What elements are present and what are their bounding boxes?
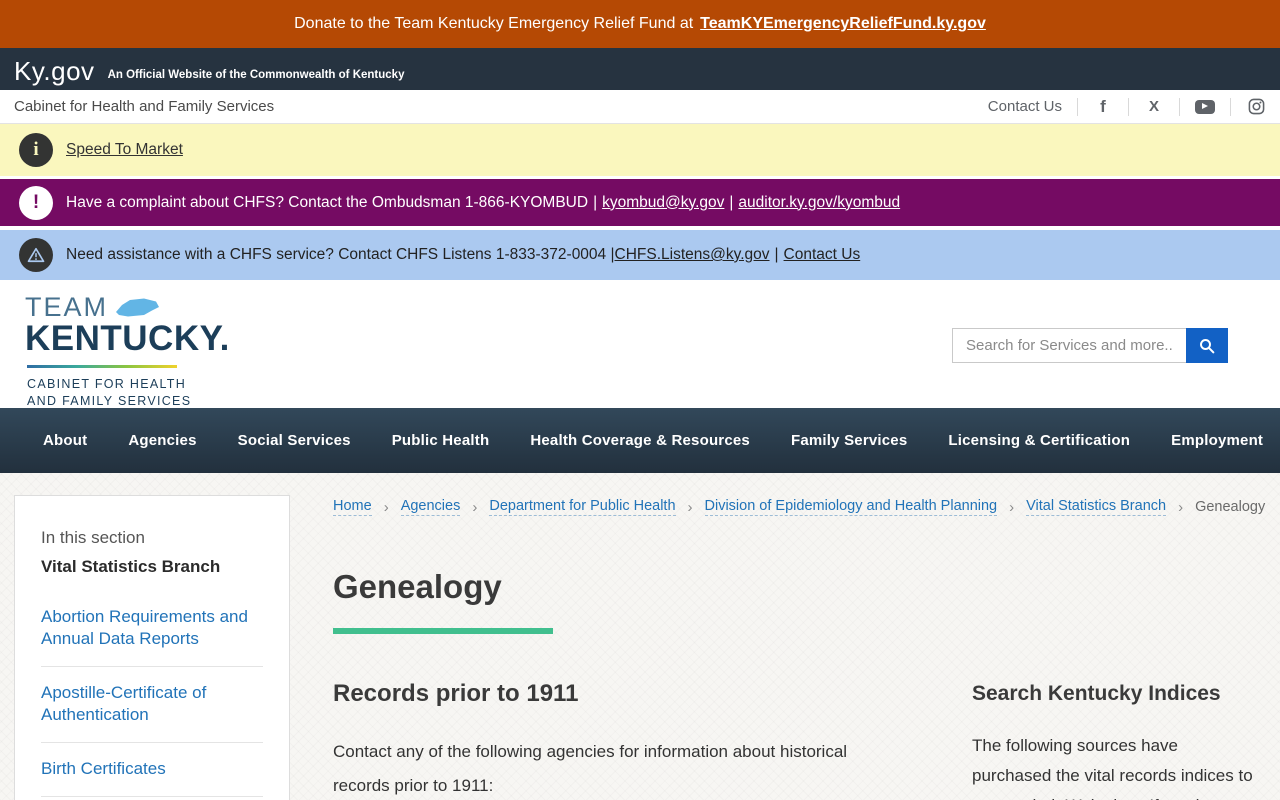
auditor-link[interactable]: auditor.ky.gov/kyombud bbox=[738, 194, 900, 212]
page-content: In this section Vital Statistics Branch … bbox=[0, 473, 1280, 800]
breadcrumb-current: Genealogy bbox=[1195, 499, 1266, 515]
donation-banner: Donate to the Team Kentucky Emergency Re… bbox=[0, 0, 1280, 48]
primary-nav: About Agencies Social Services Public He… bbox=[0, 408, 1280, 473]
team-kentucky-logo[interactable]: TEAM KENTUCKY. CABINET FOR HEALTH AND FA… bbox=[25, 294, 230, 410]
chevron-right-icon: › bbox=[472, 498, 478, 516]
search-indices-section: Search Kentucky Indices The following so… bbox=[972, 634, 1262, 800]
contact-us-banner-link[interactable]: Contact Us bbox=[784, 246, 861, 264]
logo-gradient-rule bbox=[27, 364, 177, 368]
records-heading: Records prior to 1911 bbox=[333, 680, 579, 707]
breadcrumb: Home › Agencies › Department for Public … bbox=[333, 498, 1266, 516]
logo-cabinet-line1: CABINET FOR HEALTH bbox=[27, 376, 187, 391]
nav-item-about[interactable]: About bbox=[43, 432, 87, 449]
chevron-right-icon: › bbox=[687, 498, 693, 516]
chevron-right-icon: › bbox=[1009, 498, 1015, 516]
donation-link[interactable]: TeamKYEmergencyReliefFund.ky.gov bbox=[700, 15, 986, 33]
nav-item-licensing[interactable]: Licensing & Certification bbox=[948, 432, 1130, 449]
kygov-bar: Ky.gov An Official Website of the Common… bbox=[0, 48, 1280, 90]
official-tagline: An Official Website of the Commonwealth … bbox=[107, 69, 405, 81]
search-indices-paragraph: The following sources have purchased the… bbox=[972, 736, 1253, 800]
logo-team-text: TEAM bbox=[25, 292, 109, 322]
search-indices-heading: Search Kentucky Indices bbox=[972, 682, 1221, 705]
divider bbox=[1128, 97, 1129, 116]
breadcrumb-vital-statistics[interactable]: Vital Statistics Branch bbox=[1026, 498, 1167, 516]
page-title: Genealogy bbox=[333, 568, 502, 605]
ombudsman-text: Have a complaint about CHFS? Contact the… bbox=[66, 193, 589, 211]
kygov-logo[interactable]: Ky.gov bbox=[14, 58, 95, 84]
search-button[interactable] bbox=[1186, 328, 1228, 363]
pipe-separator: | bbox=[729, 193, 734, 211]
pipe-separator: | bbox=[774, 246, 779, 263]
content-columns: Records prior to 1911 Contact any of the… bbox=[333, 634, 1262, 800]
agency-bar: Cabinet for Health and Family Services C… bbox=[0, 90, 1280, 124]
youtube-icon[interactable] bbox=[1195, 97, 1215, 117]
sidebar-item-apostille[interactable]: Apostille-Certificate of Authentication bbox=[41, 667, 263, 743]
chfs-listens-email-link[interactable]: CHFS.Listens@ky.gov bbox=[615, 246, 770, 264]
facebook-icon[interactable]: f bbox=[1093, 97, 1113, 117]
speed-to-market-link[interactable]: Speed To Market bbox=[66, 141, 183, 159]
chevron-right-icon: › bbox=[383, 498, 389, 516]
section-sidebar: In this section Vital Statistics Branch … bbox=[14, 495, 290, 800]
x-icon[interactable]: X bbox=[1144, 97, 1164, 117]
chfs-listens-banner: Need assistance with a CHFS service? Con… bbox=[0, 230, 1280, 280]
nav-item-family-services[interactable]: Family Services bbox=[791, 432, 907, 449]
warning-triangle-icon bbox=[19, 238, 53, 272]
sidebar-title: Vital Statistics Branch bbox=[41, 557, 221, 576]
nav-item-agencies[interactable]: Agencies bbox=[128, 432, 196, 449]
main-column: Home › Agencies › Department for Public … bbox=[333, 498, 1266, 800]
logo-kentucky-text: KENTUCKY. bbox=[25, 319, 230, 358]
logo-cabinet-line2: AND FAMILY SERVICES bbox=[27, 393, 192, 408]
ombudsman-banner: ! Have a complaint about CHFS? Contact t… bbox=[0, 179, 1280, 226]
records-section: Records prior to 1911 Contact any of the… bbox=[333, 634, 878, 800]
agency-bar-right: Contact Us f X bbox=[988, 97, 1266, 117]
sidebar-links: Abortion Requirements and Annual Data Re… bbox=[41, 591, 263, 800]
breadcrumb-epidemiology[interactable]: Division of Epidemiology and Health Plan… bbox=[704, 498, 998, 516]
info-banner: i Speed To Market bbox=[0, 124, 1280, 176]
info-icon: i bbox=[19, 133, 53, 167]
sidebar-item-abortion-reports[interactable]: Abortion Requirements and Annual Data Re… bbox=[41, 591, 263, 667]
pipe-separator: | bbox=[593, 193, 598, 211]
kentucky-state-icon bbox=[116, 298, 160, 317]
sidebar-item-birth-certificates[interactable]: Birth Certificates bbox=[41, 743, 263, 797]
agency-title: Cabinet for Health and Family Services bbox=[14, 98, 275, 115]
divider bbox=[1077, 97, 1078, 116]
chfs-listens-text: Need assistance with a CHFS service? Con… bbox=[66, 246, 615, 263]
records-paragraph: Contact any of the following agencies fo… bbox=[333, 742, 848, 795]
contact-us-link[interactable]: Contact Us bbox=[988, 98, 1062, 115]
nav-item-public-health[interactable]: Public Health bbox=[392, 432, 490, 449]
site-search bbox=[952, 328, 1228, 363]
masthead: TEAM KENTUCKY. CABINET FOR HEALTH AND FA… bbox=[0, 280, 1280, 408]
nav-item-health-coverage[interactable]: Health Coverage & Resources bbox=[530, 432, 750, 449]
nav-item-social-services[interactable]: Social Services bbox=[238, 432, 351, 449]
divider bbox=[1179, 97, 1180, 116]
chevron-right-icon: › bbox=[1178, 498, 1184, 516]
kyombud-email-link[interactable]: kyombud@ky.gov bbox=[602, 194, 724, 212]
donation-text: Donate to the Team Kentucky Emergency Re… bbox=[294, 15, 694, 32]
breadcrumb-home[interactable]: Home bbox=[333, 498, 372, 516]
exclamation-icon: ! bbox=[19, 185, 53, 220]
instagram-icon[interactable] bbox=[1246, 97, 1266, 117]
divider bbox=[1230, 97, 1231, 116]
breadcrumb-public-health[interactable]: Department for Public Health bbox=[489, 498, 676, 516]
search-input[interactable] bbox=[952, 328, 1186, 363]
nav-item-employment[interactable]: Employment bbox=[1171, 432, 1263, 449]
search-icon bbox=[1200, 338, 1215, 353]
sidebar-eyebrow: In this section bbox=[41, 528, 145, 547]
breadcrumb-agencies[interactable]: Agencies bbox=[400, 498, 461, 516]
